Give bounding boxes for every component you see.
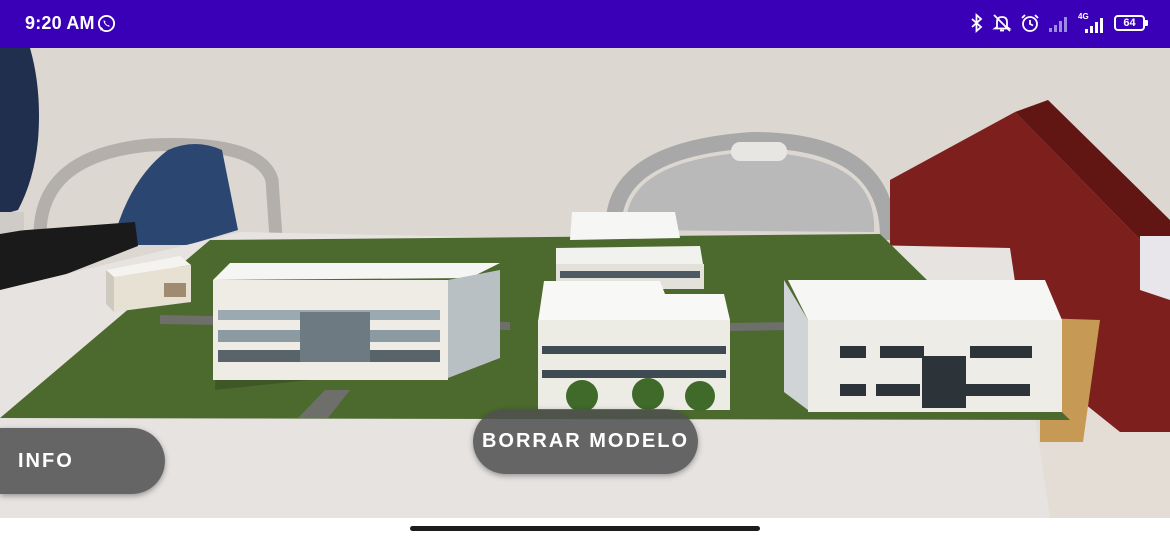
chair-handle <box>731 142 787 161</box>
system-icons: 4G 64 <box>970 12 1148 33</box>
building-right <box>784 280 1062 412</box>
notifications-off-icon <box>992 14 1012 32</box>
battery-tip <box>1145 20 1148 26</box>
info-button[interactable]: INFO <box>0 428 165 494</box>
status-time: 9:20 AM <box>25 13 95 33</box>
battery-icon: 64 <box>1114 15 1148 31</box>
bluetooth-icon <box>971 13 983 33</box>
white-box <box>1140 236 1170 300</box>
signal-bars-4g <box>1085 18 1103 33</box>
status-bar: 9:20 AM 4G 64 <box>0 0 1170 48</box>
whatsapp-icon <box>97 14 116 33</box>
path-3 <box>730 322 790 331</box>
battery-level: 64 <box>1123 17 1136 29</box>
alarm-icon <box>1021 14 1039 32</box>
signal-icon <box>1049 17 1067 32</box>
borrar-modelo-button[interactable]: BORRAR MODELO <box>473 409 698 474</box>
building-1 <box>213 263 500 390</box>
signal-4g-icon: 4G <box>1078 12 1106 33</box>
building-center <box>538 281 730 412</box>
home-indicator[interactable] <box>410 526 760 531</box>
